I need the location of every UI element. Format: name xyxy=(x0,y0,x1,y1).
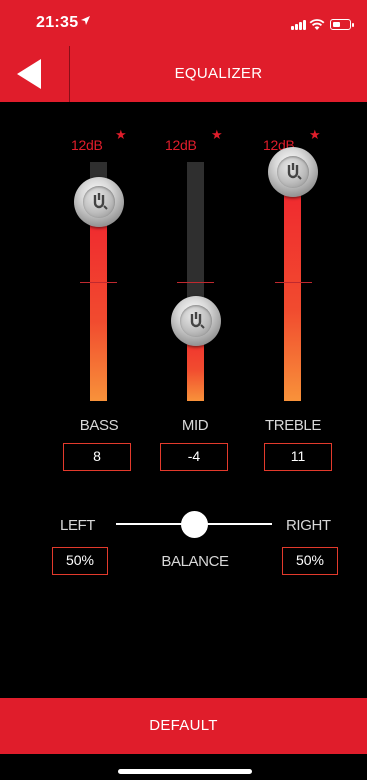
balance-left-value[interactable]: 50% xyxy=(52,547,108,575)
treble-zero-tick xyxy=(275,282,312,283)
default-button[interactable]: DEFAULT xyxy=(0,698,367,754)
bass-slider-fill xyxy=(90,201,107,401)
status-time: 21:35 xyxy=(36,14,79,31)
balance-right-label: RIGHT xyxy=(286,517,331,534)
star-icon: ★ xyxy=(309,127,321,142)
cellular-signal-icon xyxy=(291,20,306,30)
home-indicator xyxy=(118,769,252,774)
mid-slider-knob[interactable] xyxy=(171,296,221,347)
back-arrow-icon xyxy=(17,59,41,89)
bass-slider-knob[interactable] xyxy=(74,176,124,227)
treble-value-field[interactable]: 11 xyxy=(264,443,332,471)
mid-value-field[interactable]: -4 xyxy=(160,443,228,471)
location-arrow-icon xyxy=(80,15,91,29)
wifi-icon xyxy=(309,18,325,36)
bass-label: BASS xyxy=(79,417,119,434)
back-button[interactable] xyxy=(0,46,70,102)
mid-max-label: 12dB xyxy=(165,137,197,153)
power-logo-icon xyxy=(93,192,108,210)
power-logo-icon xyxy=(287,162,302,180)
balance-slider-thumb[interactable] xyxy=(180,511,208,538)
treble-label: TREBLE xyxy=(265,417,321,434)
battery-icon xyxy=(330,19,354,30)
header-bar: EQUALIZER xyxy=(0,46,367,102)
star-icon: ★ xyxy=(211,127,223,142)
treble-slider-knob[interactable] xyxy=(268,146,318,197)
star-icon: ★ xyxy=(115,127,127,142)
page-title: EQUALIZER xyxy=(174,65,263,82)
bass-max-label: 12dB xyxy=(71,137,103,153)
bass-zero-tick xyxy=(80,282,117,283)
balance-label: BALANCE xyxy=(161,553,229,570)
balance-right-value[interactable]: 50% xyxy=(282,547,338,575)
power-logo-icon xyxy=(190,312,205,330)
balance-left-label: LEFT xyxy=(60,517,96,534)
status-bar: 21:35 xyxy=(0,0,367,46)
treble-slider-fill xyxy=(284,171,301,401)
mid-zero-tick xyxy=(177,282,214,283)
mid-label: MID xyxy=(181,417,209,434)
bass-value-field[interactable]: 8 xyxy=(63,443,131,471)
